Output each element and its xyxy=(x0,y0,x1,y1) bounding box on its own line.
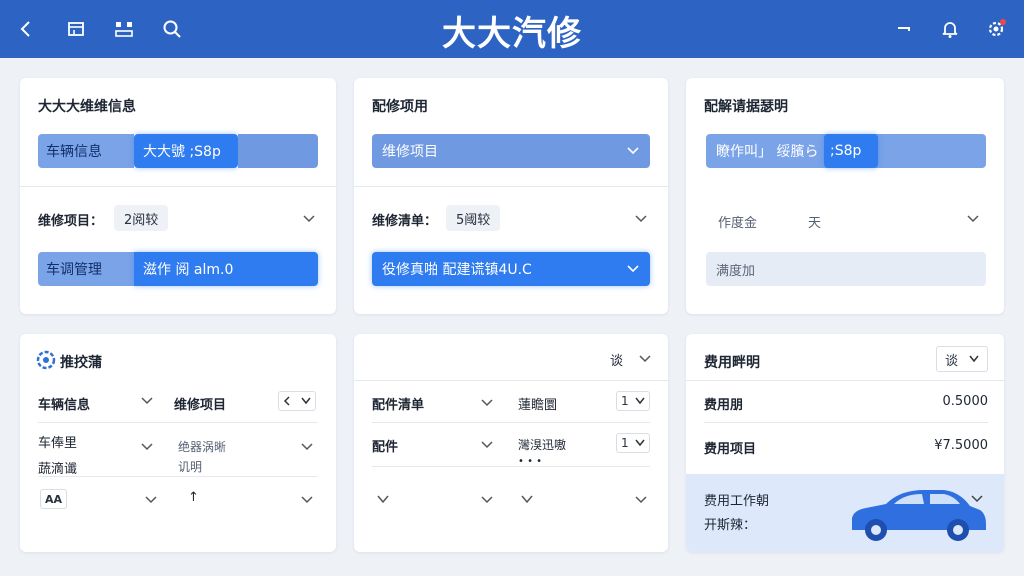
cost-filter-select[interactable]: 谈 xyxy=(936,346,988,372)
search-icon[interactable] xyxy=(158,15,186,43)
card-title: 大大大维维信息 xyxy=(38,99,136,115)
app-title: 大大汽修 xyxy=(442,14,582,54)
filter-select-value[interactable]: 谈 xyxy=(610,350,623,369)
cost-row-label: 费用朋 xyxy=(704,398,744,413)
field-value: ;S8p xyxy=(824,134,878,168)
parts-detail-card: 配解请据瑟明 瞭作叫」 绥臏ら ;S8p 作度金 天 满度加 xyxy=(686,78,1004,314)
select-value: 维修项目 xyxy=(382,144,438,160)
bell-icon[interactable] xyxy=(936,15,964,43)
repair-item-value[interactable]: 2阅较 xyxy=(114,205,169,231)
column-header-status: 蓮瞻圜 xyxy=(518,398,558,413)
check-icon[interactable] xyxy=(376,493,390,507)
vehicle-manage-field[interactable]: 车调管理 滋作 阅 alm.0 xyxy=(38,252,318,286)
parts-detail-field[interactable]: 瞭作叫」 绥臏ら ;S8p xyxy=(706,134,986,168)
chevron-down-icon[interactable] xyxy=(302,212,316,226)
parts-row-label: 配件 xyxy=(372,440,399,455)
work-summary-panel: 费用工作朝 开斯辣： xyxy=(686,474,1004,552)
vehicle-info-card: 大大大维维信息 车辆信息 大大號 ;S8p 维修项目： 2阅较 车调管理 滋作 … xyxy=(20,78,336,314)
chevron-down-icon[interactable] xyxy=(480,493,494,507)
parts-row-value: 灣湨迅嗷 xyxy=(518,438,567,452)
progress-label: 作度金 xyxy=(718,216,758,231)
pager-control[interactable] xyxy=(278,391,316,411)
parts-list-card: 谈 配件清单 蓮瞻圜 1 配件 灣湨迅嗷 1 • • • xyxy=(354,334,668,552)
field-label: 车调管理 xyxy=(38,252,134,286)
column-header-vehicle: 车辆信息 xyxy=(38,398,91,413)
repair-list-value[interactable]: 5阈较 xyxy=(446,205,501,231)
chevron-down-icon[interactable] xyxy=(144,493,158,507)
field-label: 瞭作叫」 绥臏ら xyxy=(716,144,819,160)
card-title: 配解请据瑟明 xyxy=(704,99,788,115)
cost-detail-card: 费用畔明 谈 费用朋 0.5000 费用项目 ¥7.5000 费用工作朝 开斯辣… xyxy=(686,334,1004,552)
chevron-down-icon[interactable] xyxy=(300,440,314,454)
card-title: 费用畔明 xyxy=(704,355,760,371)
vehicle-info-field[interactable]: 车辆信息 大大號 ;S8p xyxy=(38,134,318,168)
back-icon[interactable] xyxy=(12,15,40,43)
field-value: 大大號 ;S8p xyxy=(134,134,238,168)
repair-detail-select[interactable]: 役修真啪 配建谎镇4U.C xyxy=(372,252,650,286)
chevron-down-icon[interactable] xyxy=(634,212,648,226)
chevron-down-icon[interactable] xyxy=(966,212,980,226)
card-title: 推挍蒲 xyxy=(60,355,102,371)
card-title: 配修项用 xyxy=(372,99,428,115)
cost-item-value: ¥7.5000 xyxy=(934,438,988,453)
amount-input[interactable]: 满度加 xyxy=(706,252,986,286)
chevron-down-icon[interactable] xyxy=(480,396,494,410)
car-illustration-icon xyxy=(844,484,990,546)
repair-list-label: 维修清单： xyxy=(372,214,438,229)
calendar-icon[interactable] xyxy=(62,15,90,43)
badge-aa[interactable]: AA xyxy=(40,489,68,509)
chevron-down-icon[interactable] xyxy=(140,394,154,408)
panel-line1: 费用工作朝 xyxy=(704,494,770,509)
repair-cell-line1: 绝器涡晰 xyxy=(178,440,227,454)
repair-item-label: 维修项目： xyxy=(38,214,104,229)
cost-item-label: 费用项目 xyxy=(704,442,757,457)
minimize-icon[interactable] xyxy=(890,15,918,43)
chevron-down-icon[interactable] xyxy=(140,440,154,454)
app-header: 大大汽修 xyxy=(0,0,1024,58)
quantity-select[interactable]: 1 xyxy=(616,391,650,411)
parts-list-header: 配件清单 xyxy=(372,398,425,413)
column-header-repair: 维修项目 xyxy=(174,398,227,413)
check-icon[interactable] xyxy=(520,493,534,507)
chevron-down-icon[interactable] xyxy=(638,352,652,366)
chevron-down-icon[interactable] xyxy=(480,438,494,452)
inspection-card: 推挍蒲 车辆信息 维修项目 车俸里 蔬滴谶 绝器涡晰 讥明 AA ↑ xyxy=(20,334,336,552)
gear-badge-icon xyxy=(36,350,56,370)
settings-icon[interactable] xyxy=(982,15,1010,43)
chevron-down-icon[interactable] xyxy=(634,493,648,507)
progress-value: 天 xyxy=(808,216,822,231)
repair-cell-line2: 讥明 xyxy=(178,460,203,474)
cost-row-value: 0.5000 xyxy=(942,394,989,409)
vehicle-cell-line2: 蔬滴谶 xyxy=(38,462,78,477)
sort-up-icon[interactable]: ↑ xyxy=(188,490,199,505)
quantity-select[interactable]: 1 xyxy=(616,433,650,453)
vehicle-cell-line1: 车俸里 xyxy=(38,436,78,451)
panel-line2: 开斯辣： xyxy=(704,518,757,533)
chevron-down-icon[interactable] xyxy=(300,493,314,507)
select-value: 役修真啪 配建谎镇4U.C xyxy=(382,262,532,278)
field-value: 滋作 阅 alm.0 xyxy=(134,252,318,286)
field-label: 车辆信息 xyxy=(38,134,134,168)
grid-icon[interactable] xyxy=(110,15,138,43)
chevron-down-icon xyxy=(626,262,640,276)
repair-items-card: 配修项用 维修项目 维修清单： 5阈较 役修真啪 配建谎镇4U.C xyxy=(354,78,668,314)
repair-item-select[interactable]: 维修项目 xyxy=(372,134,650,168)
chevron-down-icon xyxy=(626,144,640,158)
